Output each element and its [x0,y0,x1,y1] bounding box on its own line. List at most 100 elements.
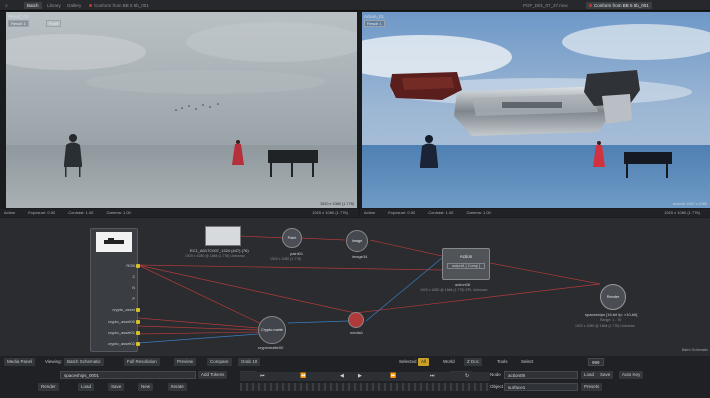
status-mode: Action [4,210,16,215]
cryptomatte-node[interactable]: Crypto matte [258,316,286,344]
right-viewer[interactable]: Action_01 Result 1 action8 1920 x 1080 [362,12,710,208]
tab-conform-right-label: Conform from BB 5 5b_001 [594,3,649,8]
status-mode: Action [364,210,376,215]
timeline-scrubber[interactable] [240,383,490,391]
tab-clip[interactable]: POF_D01_07_27.mov [520,2,571,9]
source-node[interactable]: RGB Z N P crypto_asset crypto_asset00 cr… [90,228,140,352]
media-panel-button[interactable]: Media Panel [4,358,36,366]
left-viewer-image [6,12,357,208]
port-crypto-asset01[interactable]: crypto_asset01 [108,330,135,335]
port-rgb[interactable]: RGB [126,263,135,268]
record-icon [89,4,92,8]
loop-icon[interactable]: ↻ [465,372,469,381]
status-gamma[interactable]: Gamma: 1.00 [107,210,131,215]
action-node[interactable]: Action output1 [ Comp ] [442,248,490,280]
preview-button[interactable]: Preview [174,358,197,366]
play-icon[interactable]: ▶ [358,372,362,381]
render-button[interactable]: Render [38,383,59,391]
right-viewer-image [362,12,710,208]
node-field[interactable]: action08 [504,371,578,379]
viewer-result-tag[interactable]: Result 1 [8,20,29,27]
status-contrast[interactable]: Contrast: 1.00 [68,210,93,215]
tools-label: Tools [497,359,508,364]
render-sub: 1920 x 1080 @ 16bit (1.778) Unknown [575,324,635,328]
output-pin[interactable] [136,342,140,346]
select-tool[interactable]: Select [518,358,537,366]
tab-conform[interactable]: Conform from BB 5 5b_001 [86,2,152,9]
status-exposure[interactable]: Exposure: 0.00 [388,210,415,215]
media-node[interactable] [348,312,364,328]
clip-node-label: EC1_A017C007_1324 (#47) (76) [190,248,249,253]
image-node[interactable]: Image [346,230,368,252]
paint-node[interactable]: Paint [282,228,302,248]
viewer-resolution: 1920 x 1080 (1.778) [320,202,354,206]
tab-library[interactable]: Library [44,2,64,9]
grab-button[interactable]: Grab 10 [238,358,261,366]
tab-gallery[interactable]: Gallery [64,2,84,9]
port-crypto-asset[interactable]: crypto_asset [112,307,135,312]
load-button[interactable]: Load [78,383,95,391]
output-pin[interactable] [136,264,140,268]
play-reverse-icon[interactable]: ◀ [340,372,344,381]
selected-label: Selected [399,359,417,364]
record-icon [589,4,592,8]
status-exposure[interactable]: Exposure: 0.00 [28,210,55,215]
port-z[interactable]: Z [133,274,135,279]
left-viewer-status: Action Exposure: 0.00 Contrast: 1.00 Gam… [0,209,358,217]
batch-schematic[interactable]: RGB Z N P crypto_asset crypto_asset00 cr… [0,218,710,356]
port-n[interactable]: N [132,285,135,290]
status-contrast[interactable]: Contrast: 1.00 [428,210,453,215]
viewer-front-tag[interactable]: Front [46,20,62,27]
save-button[interactable]: Save [108,383,125,391]
presets-button[interactable]: Presets [581,383,603,391]
all-toggle[interactable]: All [418,358,430,366]
tab-menu[interactable]: ≡ [2,2,11,9]
zoom-field[interactable]: 999 [588,358,604,366]
action-node-sub: 1920 x 1080 @ 16bit (1.778) SPL Unknown [420,288,488,292]
viewer-title: Result_01 [8,14,29,19]
go-to-start-icon[interactable]: ⏮ [260,372,265,381]
paint-node-title: Paint [287,236,297,240]
new-button[interactable]: New [138,383,154,391]
output-pin[interactable] [136,320,140,324]
load-setup-button[interactable]: Load [581,371,598,379]
step-forward-icon[interactable]: ⏩ [390,372,396,381]
port-crypto-asset00[interactable]: crypto_asset00 [108,319,135,324]
image-node-label: image34 [352,254,368,259]
paint-node-sub: 1920 x 1080 (1.778) [270,257,302,261]
world-toggle[interactable]: World [440,358,458,366]
add-tokens-button[interactable]: Add Tokens [198,371,228,379]
output-pin[interactable] [136,331,140,335]
media-node-label: media1 [350,330,364,335]
full-resolution-button[interactable]: Full Resolution [124,358,160,366]
paint-node-label: paint01 [290,251,304,256]
render-name-field[interactable]: spaceships_0001 [60,371,196,379]
viewer-resolution: action8 1920 x 1080 [672,202,707,206]
action-node-label: action08 [455,282,471,287]
go-to-end-icon[interactable]: ⏭ [430,372,435,381]
save-setup-button[interactable]: Save [597,371,614,379]
port-crypto-asset02[interactable]: crypto_asset02 [108,341,135,346]
tab-conform-label: Conform from BB 5 5b_001 [94,3,149,8]
action-node-title: Action [459,254,473,259]
compare-button[interactable]: Compare [207,358,232,366]
output-pin[interactable] [136,308,140,312]
viewer-result-tag[interactable]: Result 1 [364,20,385,27]
status-resolution: 1920 x 1080 (1.778) [312,210,348,215]
cryptomatte-node-label: cryptomatte00 [258,345,284,350]
viewer-title: Action_01 [364,14,385,19]
left-viewer[interactable]: Result_01 Result 1 Front 1920 x 1080 (1.… [6,12,357,208]
action-node-output[interactable]: output1 [ Comp ] [447,263,485,269]
tab-batch[interactable]: Batch [24,2,42,9]
object-field[interactable]: surface1 [504,383,578,391]
auto-key-button[interactable]: Auto Key [619,371,644,379]
tab-conform-right[interactable]: Conform from BB 5 5b_001 [586,2,652,9]
render-node[interactable]: Render [600,284,626,310]
status-gamma[interactable]: Gamma: 1.00 [467,210,491,215]
iterate-button[interactable]: Iterate [168,383,187,391]
clip-node-thumbnail[interactable] [205,226,241,246]
port-p[interactable]: P [132,296,135,301]
z-doc-button[interactable]: Z Doc [464,358,483,366]
viewing-dropdown[interactable]: Batch Schematic [64,358,104,366]
step-back-icon[interactable]: ⏪ [300,372,306,381]
